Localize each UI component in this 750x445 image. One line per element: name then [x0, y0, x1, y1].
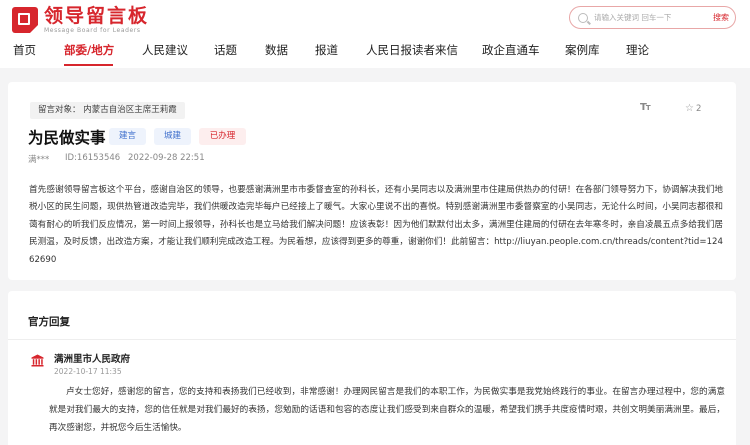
- site-header: 领导留言板 Message Board for Leaders 搜索 首页 部委…: [0, 0, 750, 68]
- message-datetime: 2022-09-28 22:51: [128, 153, 205, 163]
- official-reply-card: 官方回复 满洲里市人民政府 2022-10-17 11:35 卢女士您好，感谢您…: [8, 291, 736, 445]
- tag-urban-construction: 城建: [154, 128, 191, 145]
- message-title: 为民做实事: [28, 128, 106, 147]
- nav-active-indicator: [64, 64, 113, 66]
- nav-item-reports[interactable]: 报道: [315, 42, 338, 58]
- main-nav: 首页 部委/地方 人民建议 话题 数据 报道 人民日报读者来信 政企直通车 案例…: [0, 38, 750, 68]
- reply-body: 卢女士您好，感谢您的留言，您的支持和表扬我们已经收到，非常感谢！办理网民留言是我…: [49, 387, 725, 433]
- reply-datetime: 2022-10-17 11:35: [54, 367, 122, 376]
- reply-org-name: 满洲里市人民政府: [54, 354, 131, 365]
- nav-item-gov-enterprise[interactable]: 政企直通车: [482, 42, 540, 58]
- tag-suggestion: 建言: [109, 128, 146, 145]
- nav-item-data[interactable]: 数据: [265, 42, 288, 58]
- logo-subtitle: Message Board for Leaders: [44, 26, 141, 34]
- font-size-icon[interactable]: TT: [640, 102, 651, 113]
- addressee-label: 留言对象： 内蒙古自治区主席王莉霞: [30, 102, 185, 119]
- nav-item-people-suggestions[interactable]: 人民建议: [142, 42, 188, 58]
- favorite-count: 2: [695, 103, 702, 114]
- nav-item-case-library[interactable]: 案例库: [565, 42, 600, 58]
- nav-item-reader-letters[interactable]: 人民日报读者来信: [366, 42, 458, 58]
- nav-item-theory[interactable]: 理论: [626, 42, 649, 58]
- nav-item-ministries-local[interactable]: 部委/地方: [64, 42, 114, 58]
- site-logo[interactable]: 领导留言板 Message Board for Leaders: [12, 4, 149, 36]
- logo-icon: [12, 7, 40, 33]
- search-button[interactable]: 搜索: [713, 12, 729, 23]
- favorite-button[interactable]: ☆ 2: [685, 103, 701, 114]
- divider: [8, 339, 736, 340]
- message-card: 留言对象： 内蒙古自治区主席王莉霞 TT ☆ 2 为民做实事 建言 城建 已办理…: [8, 82, 736, 280]
- search-box: 搜索: [569, 6, 736, 29]
- message-body: 首先感谢领导留言板这个平台，感谢自治区的领导，也要感谢满洲里市市委督查室的孙科长…: [29, 185, 723, 265]
- nav-item-topics[interactable]: 话题: [214, 42, 237, 58]
- reply-section-title: 官方回复: [28, 316, 70, 328]
- nav-item-home[interactable]: 首页: [13, 42, 36, 58]
- status-badge: 已办理: [199, 128, 246, 145]
- logo-title: 领导留言板: [44, 4, 150, 27]
- search-icon: [578, 12, 588, 23]
- government-building-icon: [31, 354, 44, 367]
- author-name: 满***: [28, 155, 50, 165]
- message-id: ID:16153546: [65, 153, 121, 163]
- star-icon: ☆: [685, 103, 694, 114]
- search-input[interactable]: [594, 13, 698, 22]
